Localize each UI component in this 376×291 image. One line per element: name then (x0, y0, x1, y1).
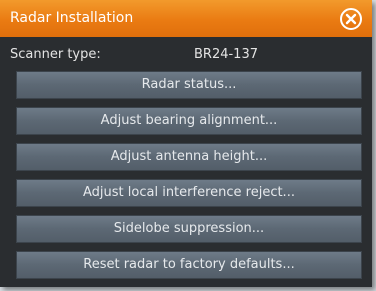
scanner-type-label: Scanner type: (10, 47, 101, 62)
scanner-type-value: BR24-137 (194, 47, 258, 62)
reset-factory-defaults-button[interactable]: Reset radar to factory defaults... (16, 251, 362, 279)
adjust-bearing-alignment-button[interactable]: Adjust bearing alignment... (16, 107, 362, 135)
dialog-title: Radar Installation (10, 10, 134, 26)
sidelobe-suppression-button[interactable]: Sidelobe suppression... (16, 215, 362, 243)
scanner-type-row: Scanner type: BR24-137 (0, 44, 372, 66)
adjust-local-interference-reject-button[interactable]: Adjust local interference reject... (16, 179, 362, 207)
close-button[interactable] (339, 7, 363, 31)
radar-installation-dialog: Radar Installation Scanner type: BR24-13… (0, 0, 372, 287)
close-circle-icon (340, 8, 362, 30)
adjust-antenna-height-button[interactable]: Adjust antenna height... (16, 143, 362, 171)
radar-status-button[interactable]: Radar status... (16, 71, 362, 99)
dialog-titlebar: Radar Installation (0, 0, 372, 37)
